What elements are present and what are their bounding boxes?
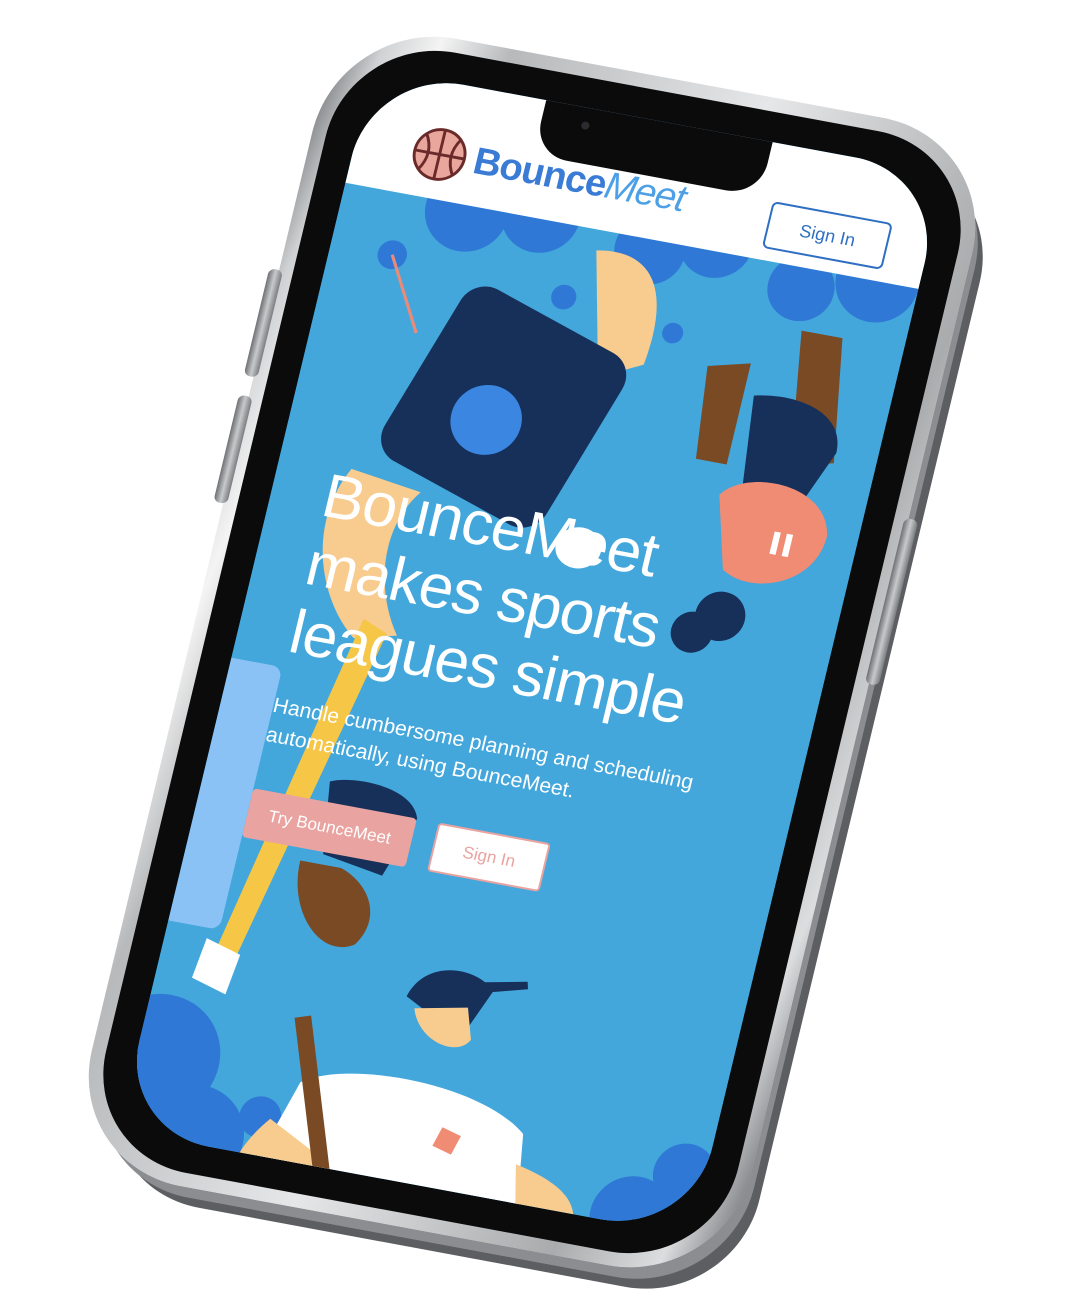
phone: BounceMeet Sign In BounceMeet makes spor…: [64, 17, 1000, 1287]
front-camera: [580, 121, 591, 131]
phone-bezel: BounceMeet Sign In BounceMeet makes spor…: [81, 33, 983, 1271]
phone-screen: BounceMeet Sign In BounceMeet makes spor…: [118, 67, 946, 1237]
device-mockup: BounceMeet Sign In BounceMeet makes spor…: [0, 0, 1074, 1303]
basketball-icon: [412, 128, 467, 181]
header-sign-in-button[interactable]: Sign In: [761, 201, 894, 270]
